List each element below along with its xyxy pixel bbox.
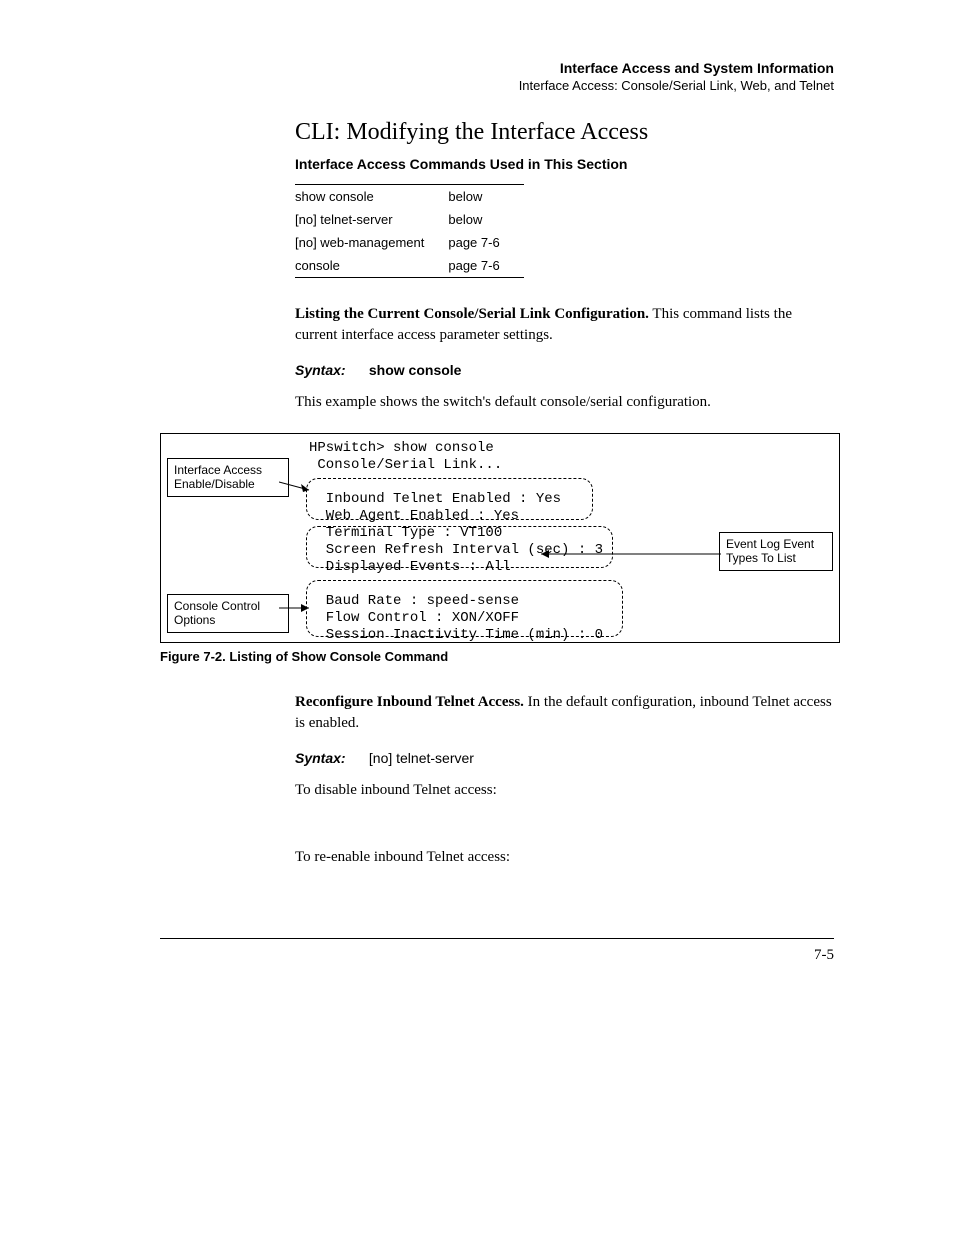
console-line: Web Agent Enabled : Yes <box>309 508 519 524</box>
paragraph: To disable inbound Telnet access: <box>295 780 834 801</box>
footer-rule <box>160 938 834 939</box>
cmd-cell: console <box>295 254 448 278</box>
console-line: Flow Control : XON/XOFF <box>309 610 519 626</box>
syntax-cmd: [no] telnet-server <box>369 750 474 766</box>
paragraph: Reconfigure Inbound Telnet Access. In th… <box>295 692 834 734</box>
console-line: Displayed Events : All <box>309 559 511 575</box>
page-content: Interface Access and System Information … <box>0 0 954 1024</box>
callout-console-control: Console Control Options <box>167 594 289 633</box>
table-row: console page 7-6 <box>295 254 524 278</box>
callout-interface-access: Interface Access Enable/Disable <box>167 458 289 497</box>
syntax-label: Syntax: <box>295 750 365 766</box>
page-header: Interface Access and System Information … <box>160 60 834 93</box>
console-line: Inbound Telnet Enabled : Yes <box>309 491 561 507</box>
figure-box: Interface Access Enable/Disable Console … <box>160 433 840 643</box>
callout-event-log: Event Log Event Types To List <box>719 532 833 571</box>
cmd-cell: show console <box>295 185 448 209</box>
ref-cell: page 7-6 <box>448 254 523 278</box>
syntax-line: Syntax: [no] telnet-server <box>295 750 834 766</box>
header-title: Interface Access and System Information <box>160 60 834 76</box>
subsection-title: Interface Access Commands Used in This S… <box>160 156 834 172</box>
paragraph: This example shows the switch's default … <box>295 392 834 413</box>
paragraph: Listing the Current Console/Serial Link … <box>295 304 834 346</box>
ref-cell: below <box>448 208 523 231</box>
console-line: HPswitch> show console <box>309 440 494 456</box>
table-row: [no] telnet-server below <box>295 208 524 231</box>
command-table: show console below [no] telnet-server be… <box>295 184 524 278</box>
header-subtitle: Interface Access: Console/Serial Link, W… <box>160 78 834 93</box>
syntax-line: Syntax: show console <box>295 362 834 378</box>
console-line: Console/Serial Link... <box>309 457 502 473</box>
table-row: [no] web-management page 7-6 <box>295 231 524 254</box>
page-number: 7-5 <box>160 947 834 964</box>
ref-cell: below <box>448 185 523 209</box>
para-lead: Reconfigure Inbound Telnet Access. <box>295 694 524 710</box>
syntax-label: Syntax: <box>295 362 365 378</box>
cmd-cell: [no] telnet-server <box>295 208 448 231</box>
console-line: Baud Rate : speed-sense <box>309 593 519 609</box>
section-title: CLI: Modifying the Interface Access <box>160 119 834 146</box>
ref-cell: page 7-6 <box>448 231 523 254</box>
table-row: show console below <box>295 185 524 209</box>
console-line: Screen Refresh Interval (sec) : 3 <box>309 542 603 558</box>
console-output: HPswitch> show console Console/Serial Li… <box>309 440 603 644</box>
console-line: Terminal Type : VT100 <box>309 525 502 541</box>
cmd-cell: [no] web-management <box>295 231 448 254</box>
para-lead: Listing the Current Console/Serial Link … <box>295 306 649 322</box>
console-line: Session Inactivity Time (min) : 0 <box>309 627 603 643</box>
syntax-cmd: show console <box>369 362 462 378</box>
paragraph: To re-enable inbound Telnet access: <box>295 847 834 868</box>
figure-caption: Figure 7-2. Listing of Show Console Comm… <box>160 649 834 664</box>
